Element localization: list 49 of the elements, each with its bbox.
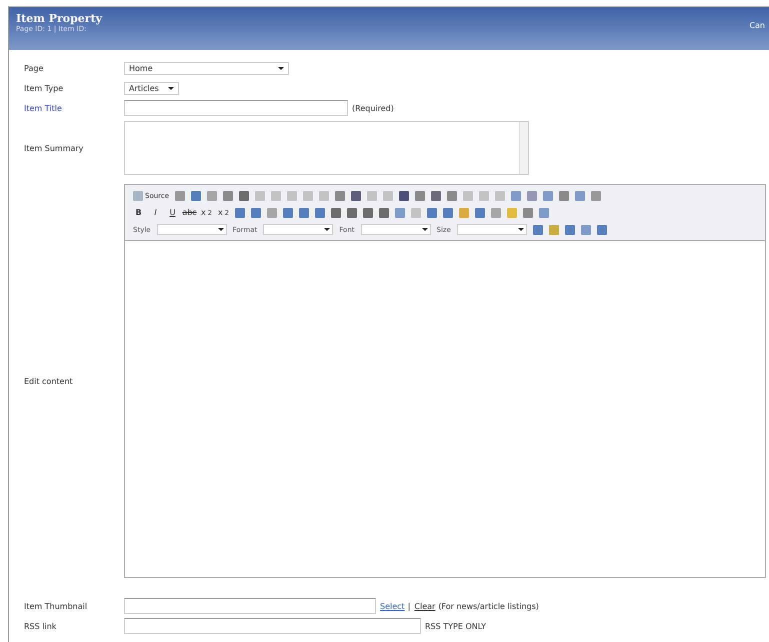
toolbar-icon[interactable] — [596, 224, 607, 234]
toolbar-icon[interactable] — [447, 190, 458, 200]
field-label: Edit content — [24, 376, 74, 386]
rss-note: RSS TYPE ONLY — [425, 622, 486, 630]
format-button[interactable]: I — [150, 208, 161, 217]
field-label: Item Title — [24, 104, 63, 112]
dropdown[interactable]: Home — [124, 62, 289, 74]
input-field[interactable] — [124, 618, 421, 634]
panel-title: Item Property — [16, 12, 102, 25]
toolbar-icon[interactable] — [335, 190, 346, 200]
dropdown[interactable] — [456, 224, 527, 235]
field-label: Item Summary — [24, 144, 84, 152]
dropdown[interactable] — [263, 224, 334, 235]
field-label: Item Thumbnail — [24, 602, 88, 610]
thumbnail-note: (For news/article listings) — [438, 602, 539, 610]
dropdown[interactable] — [360, 224, 431, 235]
toolbar-icon[interactable] — [564, 224, 575, 234]
input-field[interactable] — [124, 100, 348, 116]
toolbar-icon[interactable] — [559, 190, 570, 200]
cancel-link[interactable]: Can — [749, 21, 765, 30]
field-label: Item Type — [24, 84, 64, 92]
text-area[interactable] — [124, 121, 529, 175]
caret-icon — [518, 228, 524, 231]
clear-link[interactable]: Clear — [414, 602, 436, 610]
toolbar-icon[interactable] — [191, 190, 202, 200]
scrollbar[interactable] — [519, 122, 528, 174]
field-label: RSS link — [24, 622, 58, 630]
caret-icon — [218, 228, 224, 231]
toolbar-icon[interactable] — [351, 190, 362, 200]
format-button[interactable]: abc — [184, 208, 195, 217]
toolbar-icon[interactable] — [239, 190, 250, 200]
select-link[interactable]: Select — [380, 602, 405, 610]
caret-icon — [168, 86, 174, 90]
caret-icon — [324, 228, 330, 231]
format-button[interactable]: U — [167, 208, 178, 217]
dropdown[interactable]: Articles — [124, 82, 179, 94]
caret-icon — [278, 66, 284, 70]
separator: | — [408, 602, 410, 610]
format-button[interactable]: B — [133, 208, 144, 217]
dropdown[interactable] — [156, 224, 227, 235]
toolbar-icon[interactable] — [415, 190, 426, 200]
required-note: (Required) — [352, 104, 394, 112]
field-label: Page — [24, 64, 44, 72]
caret-icon — [422, 228, 428, 231]
toolbar-icon[interactable] — [532, 224, 543, 234]
toolbar-icon[interactable] — [223, 190, 234, 200]
toolbar-icon[interactable] — [431, 190, 442, 200]
toolbar-icon[interactable] — [399, 190, 410, 200]
input-field[interactable] — [124, 598, 376, 614]
